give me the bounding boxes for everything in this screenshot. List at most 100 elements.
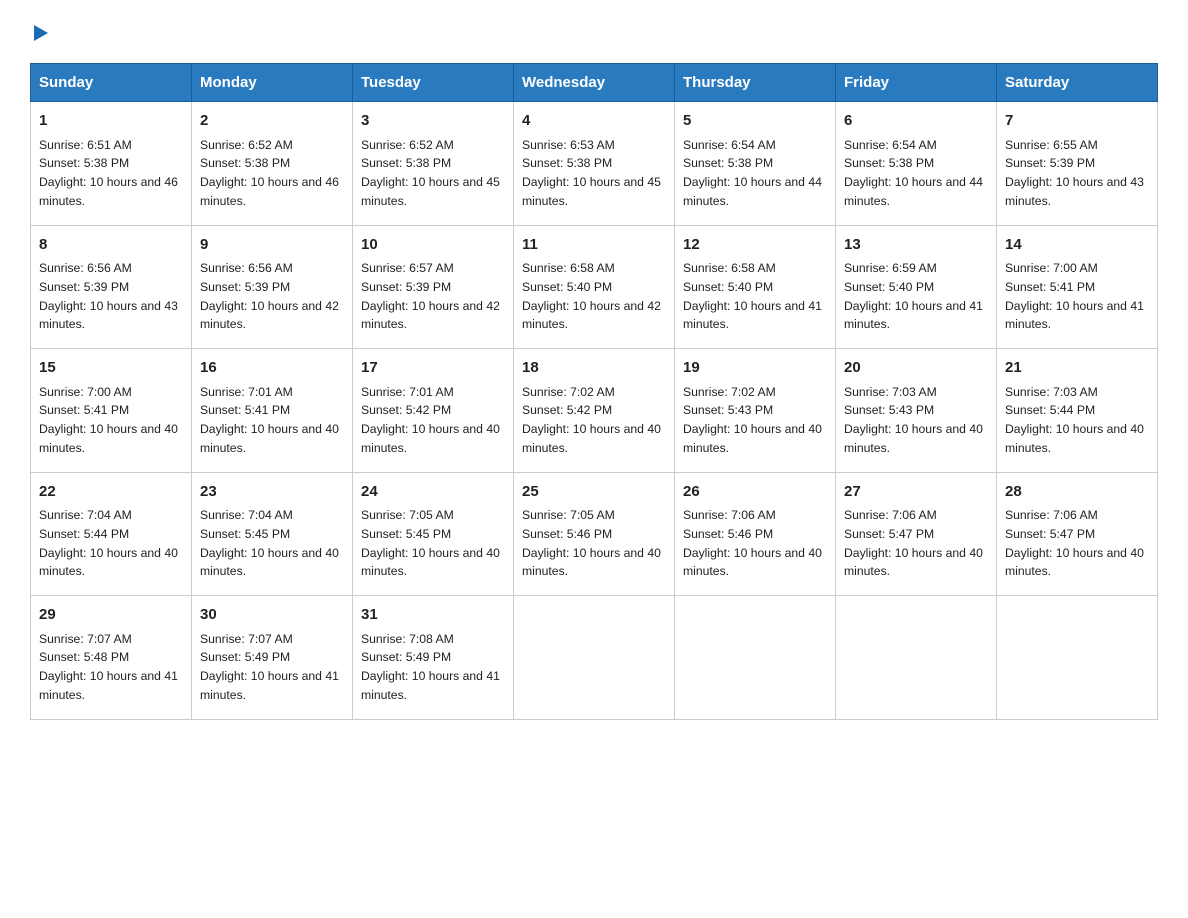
day-number: 4: [522, 110, 666, 133]
day-number: 20: [844, 357, 988, 380]
day-number: 12: [683, 234, 827, 257]
calendar-cell: 19 Sunrise: 7:02 AMSunset: 5:43 PMDaylig…: [675, 349, 836, 473]
calendar-cell: 29 Sunrise: 7:07 AMSunset: 5:48 PMDaylig…: [31, 596, 192, 720]
calendar-cell: [514, 596, 675, 720]
day-info: Sunrise: 7:01 AMSunset: 5:42 PMDaylight:…: [361, 385, 500, 455]
day-info: Sunrise: 7:07 AMSunset: 5:48 PMDaylight:…: [39, 632, 178, 702]
day-number: 7: [1005, 110, 1149, 133]
calendar-cell: 4 Sunrise: 6:53 AMSunset: 5:38 PMDayligh…: [514, 102, 675, 226]
calendar-cell: 6 Sunrise: 6:54 AMSunset: 5:38 PMDayligh…: [836, 102, 997, 226]
day-info: Sunrise: 7:00 AMSunset: 5:41 PMDaylight:…: [1005, 261, 1144, 331]
header-wednesday: Wednesday: [514, 64, 675, 102]
day-info: Sunrise: 6:58 AMSunset: 5:40 PMDaylight:…: [683, 261, 822, 331]
day-info: Sunrise: 6:52 AMSunset: 5:38 PMDaylight:…: [361, 138, 500, 208]
day-info: Sunrise: 7:02 AMSunset: 5:43 PMDaylight:…: [683, 385, 822, 455]
logo-triangle-icon: [30, 23, 50, 48]
day-number: 13: [844, 234, 988, 257]
day-info: Sunrise: 7:06 AMSunset: 5:47 PMDaylight:…: [1005, 508, 1144, 578]
day-number: 16: [200, 357, 344, 380]
calendar-week-5: 29 Sunrise: 7:07 AMSunset: 5:48 PMDaylig…: [31, 596, 1158, 720]
calendar-cell: [836, 596, 997, 720]
calendar-cell: 17 Sunrise: 7:01 AMSunset: 5:42 PMDaylig…: [353, 349, 514, 473]
calendar-cell: 11 Sunrise: 6:58 AMSunset: 5:40 PMDaylig…: [514, 225, 675, 349]
calendar-cell: 20 Sunrise: 7:03 AMSunset: 5:43 PMDaylig…: [836, 349, 997, 473]
day-number: 21: [1005, 357, 1149, 380]
calendar-cell: 27 Sunrise: 7:06 AMSunset: 5:47 PMDaylig…: [836, 472, 997, 596]
day-number: 31: [361, 604, 505, 627]
day-info: Sunrise: 7:00 AMSunset: 5:41 PMDaylight:…: [39, 385, 178, 455]
calendar-cell: 14 Sunrise: 7:00 AMSunset: 5:41 PMDaylig…: [997, 225, 1158, 349]
day-info: Sunrise: 7:03 AMSunset: 5:44 PMDaylight:…: [1005, 385, 1144, 455]
day-number: 11: [522, 234, 666, 257]
day-number: 8: [39, 234, 183, 257]
day-info: Sunrise: 6:54 AMSunset: 5:38 PMDaylight:…: [844, 138, 983, 208]
calendar-cell: 16 Sunrise: 7:01 AMSunset: 5:41 PMDaylig…: [192, 349, 353, 473]
calendar-cell: 24 Sunrise: 7:05 AMSunset: 5:45 PMDaylig…: [353, 472, 514, 596]
day-number: 27: [844, 481, 988, 504]
day-number: 26: [683, 481, 827, 504]
day-number: 23: [200, 481, 344, 504]
calendar-cell: 25 Sunrise: 7:05 AMSunset: 5:46 PMDaylig…: [514, 472, 675, 596]
day-info: Sunrise: 7:06 AMSunset: 5:46 PMDaylight:…: [683, 508, 822, 578]
calendar-table: SundayMondayTuesdayWednesdayThursdayFrid…: [30, 63, 1158, 720]
day-number: 9: [200, 234, 344, 257]
day-info: Sunrise: 7:08 AMSunset: 5:49 PMDaylight:…: [361, 632, 500, 702]
calendar-cell: 5 Sunrise: 6:54 AMSunset: 5:38 PMDayligh…: [675, 102, 836, 226]
calendar-week-1: 1 Sunrise: 6:51 AMSunset: 5:38 PMDayligh…: [31, 102, 1158, 226]
calendar-cell: 1 Sunrise: 6:51 AMSunset: 5:38 PMDayligh…: [31, 102, 192, 226]
day-number: 29: [39, 604, 183, 627]
day-number: 2: [200, 110, 344, 133]
day-number: 19: [683, 357, 827, 380]
calendar-header-row: SundayMondayTuesdayWednesdayThursdayFrid…: [31, 64, 1158, 102]
calendar-cell: 3 Sunrise: 6:52 AMSunset: 5:38 PMDayligh…: [353, 102, 514, 226]
calendar-week-4: 22 Sunrise: 7:04 AMSunset: 5:44 PMDaylig…: [31, 472, 1158, 596]
calendar-cell: 15 Sunrise: 7:00 AMSunset: 5:41 PMDaylig…: [31, 349, 192, 473]
logo: [30, 20, 50, 45]
day-info: Sunrise: 7:05 AMSunset: 5:46 PMDaylight:…: [522, 508, 661, 578]
header-saturday: Saturday: [997, 64, 1158, 102]
calendar-cell: 28 Sunrise: 7:06 AMSunset: 5:47 PMDaylig…: [997, 472, 1158, 596]
day-number: 25: [522, 481, 666, 504]
day-number: 6: [844, 110, 988, 133]
header-sunday: Sunday: [31, 64, 192, 102]
calendar-cell: [675, 596, 836, 720]
calendar-cell: 30 Sunrise: 7:07 AMSunset: 5:49 PMDaylig…: [192, 596, 353, 720]
calendar-week-2: 8 Sunrise: 6:56 AMSunset: 5:39 PMDayligh…: [31, 225, 1158, 349]
day-info: Sunrise: 7:07 AMSunset: 5:49 PMDaylight:…: [200, 632, 339, 702]
day-number: 17: [361, 357, 505, 380]
day-number: 30: [200, 604, 344, 627]
calendar-cell: 22 Sunrise: 7:04 AMSunset: 5:44 PMDaylig…: [31, 472, 192, 596]
calendar-cell: 12 Sunrise: 6:58 AMSunset: 5:40 PMDaylig…: [675, 225, 836, 349]
day-number: 15: [39, 357, 183, 380]
day-info: Sunrise: 6:56 AMSunset: 5:39 PMDaylight:…: [200, 261, 339, 331]
calendar-cell: 23 Sunrise: 7:04 AMSunset: 5:45 PMDaylig…: [192, 472, 353, 596]
calendar-cell: 10 Sunrise: 6:57 AMSunset: 5:39 PMDaylig…: [353, 225, 514, 349]
page-header: [30, 20, 1158, 45]
day-number: 22: [39, 481, 183, 504]
day-info: Sunrise: 6:54 AMSunset: 5:38 PMDaylight:…: [683, 138, 822, 208]
calendar-cell: 31 Sunrise: 7:08 AMSunset: 5:49 PMDaylig…: [353, 596, 514, 720]
calendar-cell: 18 Sunrise: 7:02 AMSunset: 5:42 PMDaylig…: [514, 349, 675, 473]
day-info: Sunrise: 6:52 AMSunset: 5:38 PMDaylight:…: [200, 138, 339, 208]
calendar-week-3: 15 Sunrise: 7:00 AMSunset: 5:41 PMDaylig…: [31, 349, 1158, 473]
day-info: Sunrise: 7:06 AMSunset: 5:47 PMDaylight:…: [844, 508, 983, 578]
calendar-cell: 8 Sunrise: 6:56 AMSunset: 5:39 PMDayligh…: [31, 225, 192, 349]
day-info: Sunrise: 7:04 AMSunset: 5:45 PMDaylight:…: [200, 508, 339, 578]
header-monday: Monday: [192, 64, 353, 102]
day-info: Sunrise: 6:51 AMSunset: 5:38 PMDaylight:…: [39, 138, 178, 208]
day-info: Sunrise: 6:59 AMSunset: 5:40 PMDaylight:…: [844, 261, 983, 331]
day-info: Sunrise: 7:03 AMSunset: 5:43 PMDaylight:…: [844, 385, 983, 455]
header-tuesday: Tuesday: [353, 64, 514, 102]
day-number: 10: [361, 234, 505, 257]
day-info: Sunrise: 7:01 AMSunset: 5:41 PMDaylight:…: [200, 385, 339, 455]
day-info: Sunrise: 6:53 AMSunset: 5:38 PMDaylight:…: [522, 138, 661, 208]
day-number: 24: [361, 481, 505, 504]
day-number: 28: [1005, 481, 1149, 504]
day-info: Sunrise: 6:56 AMSunset: 5:39 PMDaylight:…: [39, 261, 178, 331]
day-info: Sunrise: 6:57 AMSunset: 5:39 PMDaylight:…: [361, 261, 500, 331]
header-thursday: Thursday: [675, 64, 836, 102]
day-info: Sunrise: 7:05 AMSunset: 5:45 PMDaylight:…: [361, 508, 500, 578]
calendar-cell: 13 Sunrise: 6:59 AMSunset: 5:40 PMDaylig…: [836, 225, 997, 349]
day-number: 5: [683, 110, 827, 133]
calendar-cell: 2 Sunrise: 6:52 AMSunset: 5:38 PMDayligh…: [192, 102, 353, 226]
